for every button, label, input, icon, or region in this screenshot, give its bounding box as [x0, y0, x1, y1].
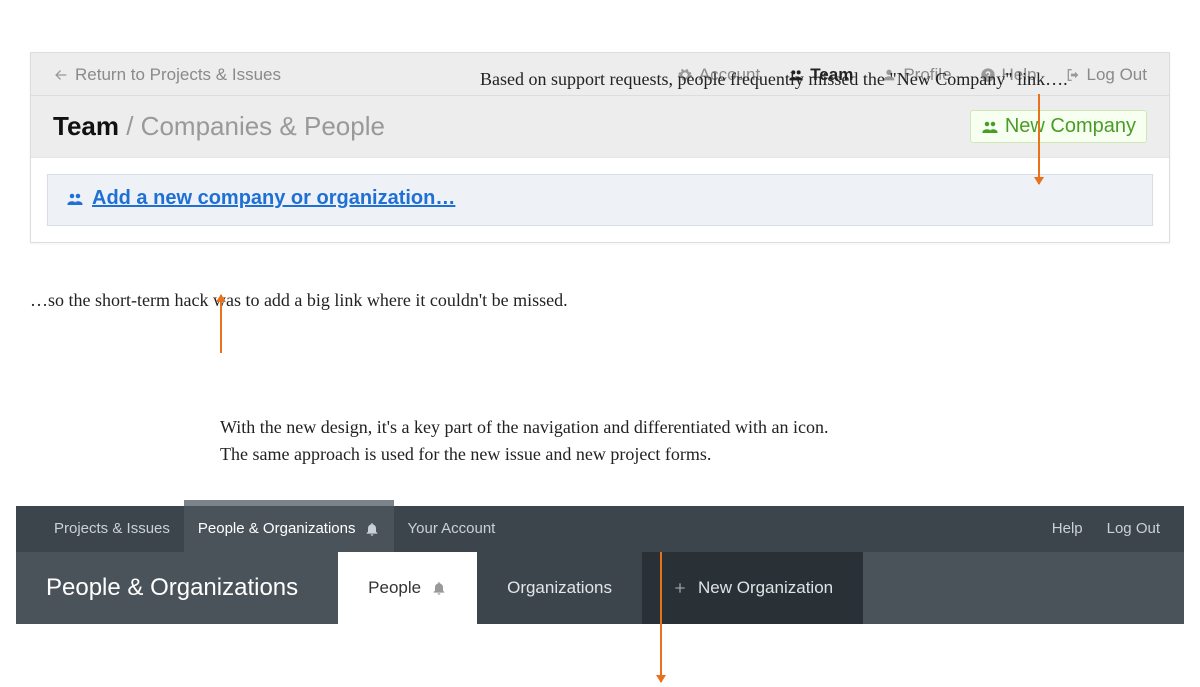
page-title-rest: Companies & People: [141, 111, 385, 141]
new-main-bar: People & Organizations People Organizati…: [16, 552, 1184, 624]
people-icon: [981, 118, 999, 136]
arrow-to-new-company: [1038, 94, 1040, 184]
old-body: Add a new company or organization…: [31, 157, 1169, 242]
new-help-link[interactable]: Help: [1052, 520, 1083, 537]
subtab-people-label: People: [368, 578, 421, 598]
tab-people-organizations[interactable]: People & Organizations: [184, 506, 394, 552]
annotation-lower-2: The same approach is used for the new is…: [220, 441, 1020, 468]
annotation-top: Based on support requests, people freque…: [480, 66, 1160, 93]
arrow-to-new-organization: [660, 552, 662, 682]
return-link-label: Return to Projects & Issues: [75, 65, 281, 85]
annotation-lower: With the new design, it's a key part of …: [220, 414, 1020, 468]
tab-people-organizations-label: People & Organizations: [198, 520, 356, 537]
bell-icon: [364, 521, 380, 537]
subtab-new-organization-label: New Organization: [698, 578, 833, 598]
arrow-to-big-link: [220, 295, 222, 353]
subtab-new-organization[interactable]: New Organization: [642, 552, 863, 624]
add-company-link-label: Add a new company or organization…: [92, 187, 455, 210]
add-company-link[interactable]: Add a new company or organization…: [66, 187, 455, 210]
new-toptabs: Projects & Issues People & Organizations…: [16, 506, 1184, 552]
annotation-lower-1: With the new design, it's a key part of …: [220, 414, 1020, 441]
return-link[interactable]: Return to Projects & Issues: [53, 65, 281, 85]
page-title: Team / Companies & People: [53, 111, 385, 142]
old-title-bar: Team / Companies & People New Company: [31, 96, 1169, 157]
annotation-mid: …so the short-term hack was to add a big…: [30, 287, 1170, 314]
new-logout-link[interactable]: Log Out: [1107, 520, 1160, 537]
subtab-organizations-label: Organizations: [507, 578, 612, 598]
page-title-bold: Team: [53, 111, 119, 141]
plus-icon: [672, 580, 688, 596]
add-company-box: Add a new company or organization…: [47, 174, 1153, 226]
subtab-organizations[interactable]: Organizations: [477, 552, 642, 624]
new-top-right: Help Log Out: [1052, 506, 1160, 552]
tab-projects-issues-label: Projects & Issues: [54, 520, 170, 537]
new-design-panel: Projects & Issues People & Organizations…: [16, 506, 1184, 624]
arrow-left-icon: [53, 67, 69, 83]
people-icon: [66, 190, 84, 208]
new-company-button[interactable]: New Company: [970, 110, 1147, 143]
tab-your-account-label: Your Account: [408, 520, 496, 537]
subtab-people[interactable]: People: [338, 552, 477, 624]
new-page-heading: People & Organizations: [46, 552, 338, 624]
tab-projects-issues[interactable]: Projects & Issues: [40, 506, 184, 552]
page-title-sep: /: [119, 111, 141, 141]
new-company-label: New Company: [1005, 115, 1136, 138]
tab-your-account[interactable]: Your Account: [394, 506, 510, 552]
bell-icon: [431, 580, 447, 596]
